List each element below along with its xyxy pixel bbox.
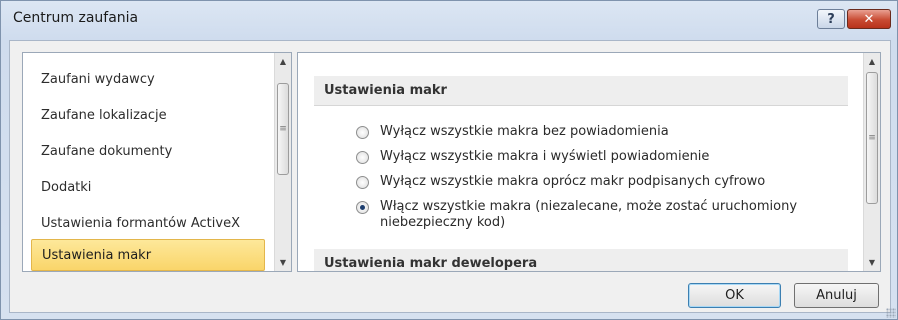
window-title: Centrum zaufania: [13, 10, 139, 26]
nav-item-trusted-locations[interactable]: Zaufane lokalizacje: [31, 99, 265, 131]
nav-item-add-ins[interactable]: Dodatki: [31, 171, 265, 203]
nav-item-trusted-documents[interactable]: Zaufane dokumenty: [31, 135, 265, 167]
option-label: Wyłącz wszystkie makra bez powiadomienia: [380, 124, 669, 139]
help-button[interactable]: ?: [817, 9, 845, 29]
option-enable-all[interactable]: Włącz wszystkie makra (niezalecane, może…: [356, 199, 826, 231]
section-title-developer-macro-settings: Ustawienia makr dewelopera: [314, 249, 848, 271]
settings-scrollbar[interactable]: ▲ ≡ ▼: [863, 53, 880, 271]
option-label: Wyłącz wszystkie makra oprócz makr podpi…: [380, 174, 766, 189]
scroll-up-icon[interactable]: ▲: [864, 53, 880, 70]
settings-panel: Ustawienia makr Wyłącz wszystkie makra b…: [297, 52, 881, 272]
title-bar[interactable]: Centrum zaufania ? ✕: [1, 1, 897, 39]
radio-button-selected[interactable]: [356, 201, 369, 214]
category-list: Zaufani wydawcy Zaufane lokalizacje Zauf…: [22, 52, 292, 272]
radio-button[interactable]: [356, 176, 369, 189]
settings-content: Ustawienia makr Wyłącz wszystkie makra b…: [298, 53, 863, 271]
section-title-macro-settings: Ustawienia makr: [314, 76, 848, 106]
ok-button[interactable]: OK: [688, 283, 781, 308]
nav-item-label: Zaufane lokalizacje: [41, 107, 167, 123]
nav-item-label: Zaufane dokumenty: [41, 143, 173, 159]
grip-icon: ≡: [279, 124, 287, 134]
scroll-thumb[interactable]: ≡: [866, 72, 878, 204]
scroll-down-icon[interactable]: ▼: [275, 254, 291, 271]
nav-item-trusted-publishers[interactable]: Zaufani wydawcy: [31, 63, 265, 95]
dialog-body: Zaufani wydawcy Zaufane lokalizacje Zauf…: [9, 40, 891, 313]
option-disable-with-notification[interactable]: Wyłącz wszystkie makra i wyświetl powiad…: [356, 149, 826, 165]
scroll-thumb[interactable]: ≡: [277, 83, 289, 175]
scroll-down-icon[interactable]: ▼: [864, 254, 880, 271]
nav-item-label: Dodatki: [41, 179, 92, 195]
nav-item-label: Ustawienia formantów ActiveX: [41, 215, 240, 231]
nav-item-label: Zaufani wydawcy: [41, 71, 155, 87]
grip-icon: ≡: [868, 133, 876, 143]
radio-button[interactable]: [356, 126, 369, 139]
option-label: Włącz wszystkie makra (niezalecane, może…: [380, 199, 798, 230]
option-label: Wyłącz wszystkie makra i wyświetl powiad…: [380, 149, 710, 164]
radio-button[interactable]: [356, 151, 369, 164]
option-disable-except-signed[interactable]: Wyłącz wszystkie makra oprócz makr podpi…: [356, 174, 826, 190]
nav-item-activex-settings[interactable]: Ustawienia formantów ActiveX: [31, 207, 265, 239]
category-items: Zaufani wydawcy Zaufane lokalizacje Zauf…: [23, 53, 274, 271]
resize-grip-icon[interactable]: [886, 308, 896, 318]
cancel-button[interactable]: Anuluj: [794, 283, 879, 308]
trust-center-dialog: Centrum zaufania ? ✕ Zaufani wydawcy Zau…: [0, 0, 898, 320]
close-button[interactable]: ✕: [847, 9, 891, 29]
scroll-up-icon[interactable]: ▲: [275, 53, 291, 70]
help-icon: ?: [827, 11, 835, 27]
option-disable-no-notification[interactable]: Wyłącz wszystkie makra bez powiadomienia: [356, 124, 826, 140]
close-icon: ✕: [863, 11, 875, 27]
nav-item-label: Ustawienia makr: [42, 247, 152, 263]
category-scrollbar[interactable]: ▲ ≡ ▼: [274, 53, 291, 271]
nav-item-macro-settings[interactable]: Ustawienia makr: [31, 239, 265, 271]
